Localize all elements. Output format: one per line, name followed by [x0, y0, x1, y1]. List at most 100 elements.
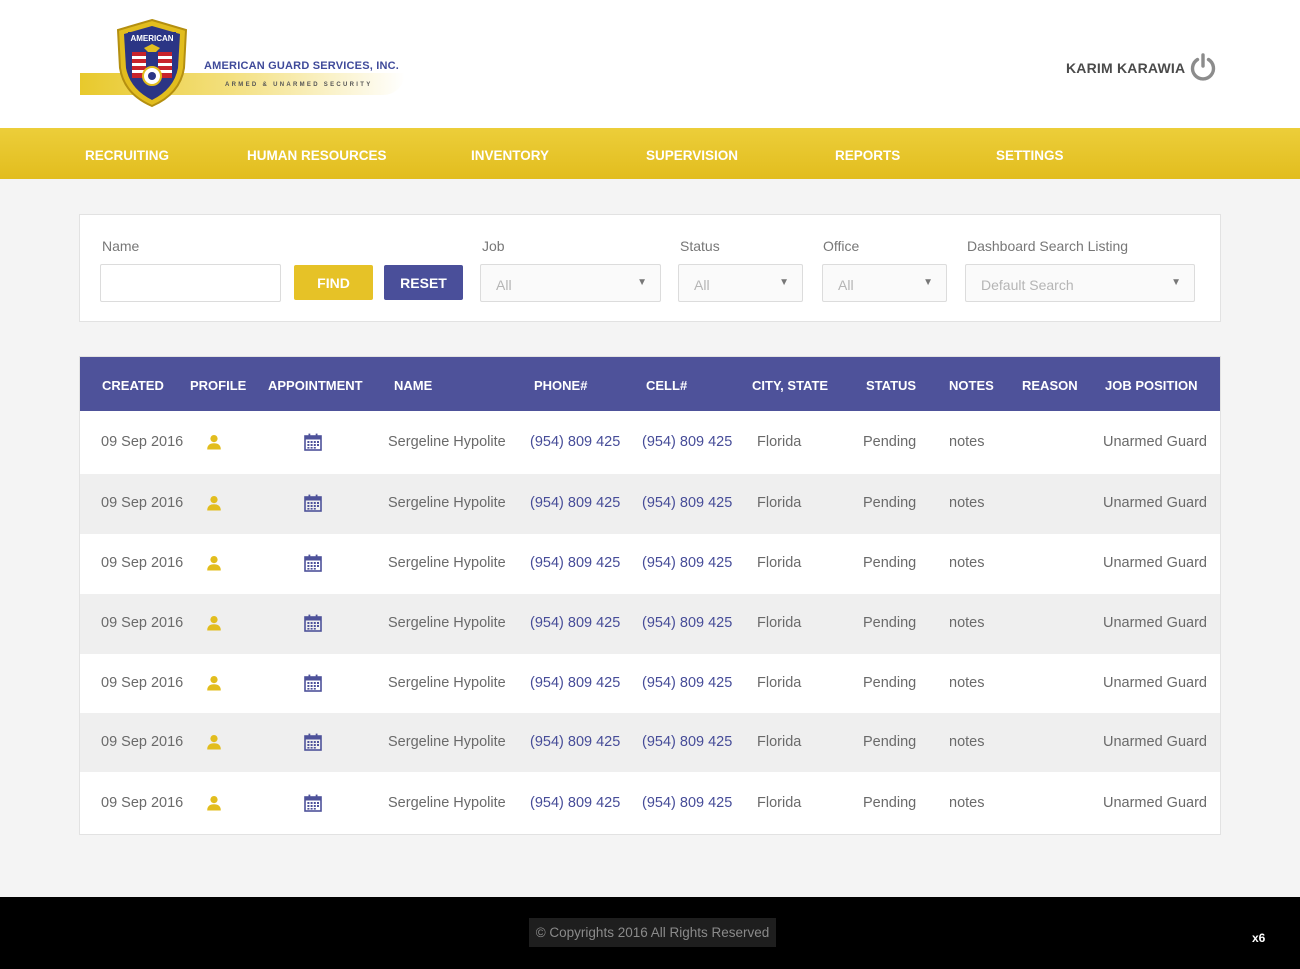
- nav-item-inventory[interactable]: INVENTORY: [471, 148, 549, 163]
- nav-item-settings[interactable]: SETTINGS: [996, 148, 1064, 163]
- calendar-icon[interactable]: [304, 494, 322, 517]
- power-icon[interactable]: [1188, 52, 1218, 82]
- table-row[interactable]: 09 Sep 2016 Sergeline Hypolite (954) 809 4…: [80, 474, 1220, 534]
- cell-cell[interactable]: (954) 809 425: [642, 795, 732, 811]
- cell-phone[interactable]: (954) 809 425: [530, 434, 620, 450]
- reset-button[interactable]: RESET: [384, 265, 463, 300]
- name-input[interactable]: [100, 264, 281, 302]
- cell-created: 09 Sep 2016: [101, 615, 184, 631]
- cell-cell[interactable]: (954) 809 425: [642, 675, 732, 691]
- job-select[interactable]: All ▼: [480, 264, 661, 302]
- find-button[interactable]: FIND: [294, 265, 373, 300]
- cell-notes[interactable]: notes: [949, 795, 984, 811]
- user-icon[interactable]: [206, 495, 222, 516]
- company-tagline: ARMED & UNARMED SECURITY: [225, 82, 373, 88]
- col-phone[interactable]: PHONE#: [534, 378, 587, 393]
- calendar-icon[interactable]: [304, 433, 322, 456]
- user-icon[interactable]: [206, 795, 222, 816]
- nav-item-supervision[interactable]: SUPERVISION: [646, 148, 738, 163]
- cell-cell[interactable]: (954) 809 425: [642, 434, 732, 450]
- cell-job-position: Unarmed Guard: [1103, 495, 1207, 511]
- cell-status: Pending: [863, 795, 917, 811]
- cell-phone[interactable]: (954) 809 425: [530, 675, 620, 691]
- col-cell[interactable]: CELL#: [646, 378, 687, 393]
- user-icon[interactable]: [206, 434, 222, 455]
- listing-select-value: Default Search: [981, 277, 1074, 293]
- cell-cell[interactable]: (954) 809 425: [642, 555, 732, 571]
- cell-name[interactable]: Sergeline Hypolite: [388, 675, 506, 691]
- job-select-value: All: [496, 277, 512, 293]
- col-name[interactable]: NAME: [394, 378, 432, 393]
- cell-city-state: Florida: [757, 795, 802, 811]
- cell-name[interactable]: Sergeline Hypolite: [388, 795, 506, 811]
- listing-label: Dashboard Search Listing: [967, 238, 1129, 254]
- chevron-down-icon: ▼: [923, 277, 933, 288]
- cell-cell[interactable]: (954) 809 425: [642, 734, 732, 750]
- user-icon[interactable]: [206, 675, 222, 696]
- chevron-down-icon: ▼: [779, 277, 789, 288]
- table-row[interactable]: 09 Sep 2016 Sergeline Hypolite (954) 809 4…: [80, 713, 1220, 772]
- cell-phone[interactable]: (954) 809 425: [530, 795, 620, 811]
- calendar-icon[interactable]: [304, 614, 322, 637]
- cell-job-position: Unarmed Guard: [1103, 555, 1207, 571]
- cell-job-position: Unarmed Guard: [1103, 795, 1207, 811]
- table-row[interactable]: 09 Sep 2016 Sergeline Hypolite (954) 809 4…: [80, 772, 1220, 835]
- company-name: AMERICAN GUARD SERVICES, INC.: [204, 60, 400, 72]
- cell-notes[interactable]: notes: [949, 555, 984, 571]
- col-job-position[interactable]: JOB POSITION: [1105, 378, 1197, 393]
- nav-item-recruiting[interactable]: RECRUITING: [85, 148, 169, 163]
- status-select-value: All: [694, 277, 710, 293]
- col-reason[interactable]: REASON: [1022, 378, 1078, 393]
- col-status[interactable]: STATUS: [866, 378, 916, 393]
- zoom-label: x6: [1252, 931, 1266, 945]
- job-label: Job: [482, 238, 505, 254]
- col-notes[interactable]: NOTES: [949, 378, 994, 393]
- cell-cell[interactable]: (954) 809 425: [642, 495, 732, 511]
- cell-phone[interactable]: (954) 809 425: [530, 615, 620, 631]
- cell-name[interactable]: Sergeline Hypolite: [388, 434, 506, 450]
- nav-item-reports[interactable]: REPORTS: [835, 148, 900, 163]
- cell-notes[interactable]: notes: [949, 734, 984, 750]
- company-logo[interactable]: AMERICAN AMERICAN GUARD SERVICES, INC. A…: [80, 18, 410, 110]
- name-label: Name: [102, 238, 140, 254]
- cell-job-position: Unarmed Guard: [1103, 734, 1207, 750]
- cell-name[interactable]: Sergeline Hypolite: [388, 495, 506, 511]
- chevron-down-icon: ▼: [637, 277, 647, 288]
- nav-item-human-resources[interactable]: HUMAN RESOURCES: [247, 148, 387, 163]
- cell-notes[interactable]: notes: [949, 675, 984, 691]
- calendar-icon[interactable]: [304, 733, 322, 756]
- cell-phone[interactable]: (954) 809 425: [530, 555, 620, 571]
- listing-select[interactable]: Default Search ▼: [965, 264, 1195, 302]
- cell-job-position: Unarmed Guard: [1103, 615, 1207, 631]
- calendar-icon[interactable]: [304, 674, 322, 697]
- office-select-value: All: [838, 277, 854, 293]
- col-city-state[interactable]: CITY, STATE: [752, 378, 828, 393]
- user-icon[interactable]: [206, 615, 222, 636]
- cell-name[interactable]: Sergeline Hypolite: [388, 615, 506, 631]
- user-icon[interactable]: [206, 734, 222, 755]
- calendar-icon[interactable]: [304, 794, 322, 817]
- col-created[interactable]: CREATED: [102, 378, 164, 393]
- col-profile[interactable]: PROFILE: [190, 378, 246, 393]
- table-row[interactable]: 09 Sep 2016 Sergeline Hypolite (954) 809 4…: [80, 654, 1220, 713]
- cell-notes[interactable]: notes: [949, 615, 984, 631]
- status-select[interactable]: All ▼: [678, 264, 803, 302]
- cell-notes[interactable]: notes: [949, 434, 984, 450]
- table-row[interactable]: 09 Sep 2016 Sergeline Hypolite (954) 809 4…: [80, 411, 1220, 474]
- cell-notes[interactable]: notes: [949, 495, 984, 511]
- cell-city-state: Florida: [757, 734, 802, 750]
- col-appointment[interactable]: APPOINTMENT: [268, 378, 363, 393]
- office-select[interactable]: All ▼: [822, 264, 947, 302]
- cell-name[interactable]: Sergeline Hypolite: [388, 555, 506, 571]
- filter-panel: Name FIND RESET Job All ▼ Status All ▼ O…: [79, 214, 1221, 322]
- copyright-text: © Copyrights 2016 All Rights Reserved: [529, 918, 776, 947]
- cell-phone[interactable]: (954) 809 425: [530, 495, 620, 511]
- cell-name[interactable]: Sergeline Hypolite: [388, 734, 506, 750]
- table-row[interactable]: 09 Sep 2016 Sergeline Hypolite (954) 809 4…: [80, 534, 1220, 594]
- table-row[interactable]: 09 Sep 2016 Sergeline Hypolite (954) 809 4…: [80, 594, 1220, 654]
- user-icon[interactable]: [206, 555, 222, 576]
- cell-phone[interactable]: (954) 809 425: [530, 734, 620, 750]
- cell-status: Pending: [863, 495, 917, 511]
- calendar-icon[interactable]: [304, 554, 322, 577]
- cell-cell[interactable]: (954) 809 425: [642, 615, 732, 631]
